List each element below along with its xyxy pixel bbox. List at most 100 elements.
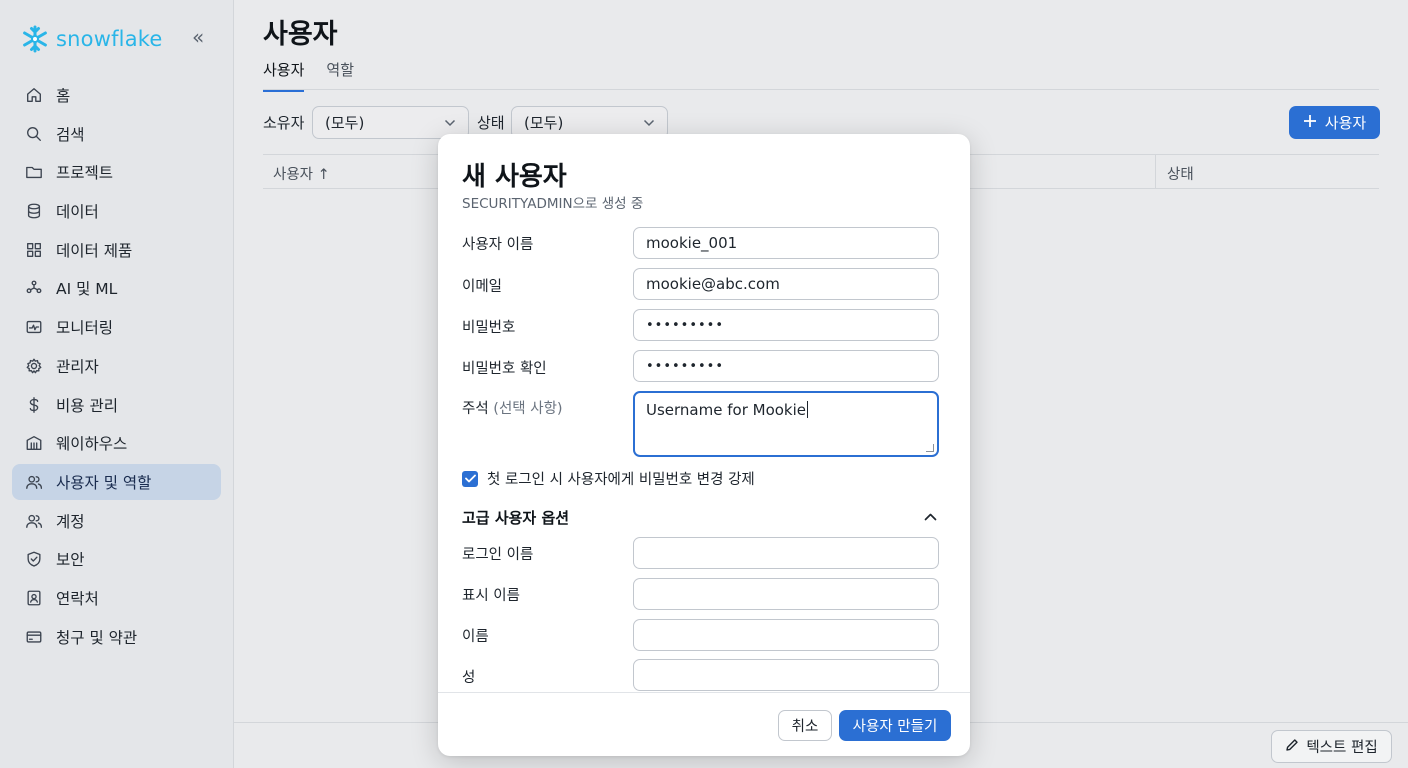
- status-filter-value: (모두): [524, 114, 564, 132]
- text-caret: [807, 401, 809, 418]
- create-user-button[interactable]: 사용자 만들기: [839, 710, 951, 741]
- confirm-password-label: 비밀번호 확인: [462, 361, 547, 377]
- contact-icon: [24, 588, 44, 608]
- sidebar-item-admin[interactable]: 관리자: [12, 348, 221, 384]
- last-name-label: 성: [462, 670, 476, 686]
- checkbox-checked-icon[interactable]: [462, 470, 478, 487]
- sidebar-item-label: 데이터 제품: [56, 241, 133, 260]
- sidebar-item-label: 모니터링: [56, 319, 114, 338]
- sidebar-item-label: 관리자: [56, 357, 99, 376]
- page-title: 사용자: [263, 19, 338, 50]
- dollar-icon: [24, 395, 44, 415]
- monitor-icon: [24, 317, 44, 337]
- sidebar-item-data[interactable]: 데이터: [12, 193, 221, 229]
- owner-filter-label: 소유자: [263, 114, 305, 132]
- confirm-password-field[interactable]: •••••••••: [633, 350, 939, 382]
- collapse-sidebar-icon[interactable]: «: [192, 27, 204, 47]
- sidebar-item-label: 계정: [56, 512, 85, 531]
- owner-filter-value: (모두): [325, 114, 365, 132]
- comment-label-text: 주석: [462, 401, 489, 417]
- sidebar-item-contacts[interactable]: 연락처: [12, 580, 221, 616]
- password-label: 비밀번호: [462, 320, 516, 336]
- sidebar-item-billing[interactable]: 청구 및 약관: [12, 619, 221, 655]
- home-icon: [24, 85, 44, 105]
- sidebar-item-users-roles[interactable]: 사용자 및 역할: [12, 463, 221, 500]
- sidebar-item-label: 웨이하우스: [56, 435, 128, 454]
- sidebar-item-security[interactable]: 보안: [12, 541, 221, 577]
- sidebar-item-home[interactable]: 홈: [12, 77, 221, 113]
- edit-text-button[interactable]: 텍스트 편집: [1271, 730, 1392, 763]
- comment-optional-hint: (선택 사항): [493, 401, 563, 417]
- first-name-field[interactable]: [633, 619, 939, 651]
- username-label: 사용자 이름: [462, 237, 534, 253]
- comment-textarea[interactable]: Username for Mookie: [633, 391, 939, 457]
- sidebar-item-label: 데이터: [56, 203, 99, 222]
- sidebar-item-label: AI 및 ML: [56, 280, 118, 299]
- tabs-divider: [263, 89, 1379, 90]
- sidebar-item-label: 홈: [56, 87, 71, 105]
- last-name-field[interactable]: [633, 659, 939, 691]
- account-icon: [24, 511, 44, 531]
- chevron-down-icon: [643, 116, 655, 130]
- sidebar-item-label: 사용자 및 역할: [56, 473, 152, 492]
- login-name-field[interactable]: [633, 537, 939, 569]
- search-icon: [24, 124, 44, 144]
- users-icon: [24, 472, 44, 492]
- sidebar-item-ai-ml[interactable]: AI 및 ML: [12, 270, 221, 306]
- chevron-down-icon: [444, 116, 456, 130]
- tab-roles[interactable]: 역할: [326, 59, 354, 92]
- dialog-subtitle: SECURITYADMIN으로 생성 중: [462, 196, 644, 212]
- sidebar-item-monitoring[interactable]: 모니터링: [12, 309, 221, 345]
- comment-text: Username for Mookie: [646, 401, 807, 419]
- ai-icon: [24, 278, 44, 298]
- sidebar-item-label: 프로젝트: [56, 164, 114, 183]
- snowflake-icon: [23, 25, 47, 53]
- folder-icon: [24, 162, 44, 182]
- force-password-change-label: 첫 로그인 시 사용자에게 비밀번호 변경 강제: [487, 472, 755, 488]
- sidebar-item-label: 보안: [56, 551, 85, 570]
- pencil-icon: [1285, 738, 1299, 756]
- dialog-footer-divider: [438, 692, 970, 693]
- brand-name: snowflake: [56, 27, 163, 51]
- column-divider: [1155, 155, 1156, 188]
- cancel-button[interactable]: 취소: [778, 710, 832, 741]
- resize-handle-icon[interactable]: [926, 444, 934, 452]
- sidebar-item-projects[interactable]: 프로젝트: [12, 154, 221, 190]
- dialog-title: 새 사용자: [462, 162, 567, 192]
- gear-icon: [24, 356, 44, 376]
- warehouse-icon: [24, 433, 44, 453]
- password-field[interactable]: •••••••••: [633, 309, 939, 341]
- new-user-dialog: 새 사용자 SECURITYADMIN으로 생성 중 사용자 이름 mookie…: [438, 134, 970, 756]
- sidebar-item-warehouses[interactable]: 웨이하우스: [12, 425, 221, 461]
- column-header-user[interactable]: 사용자 ↑: [273, 163, 330, 184]
- sidebar-item-label: 검색: [56, 125, 85, 144]
- email-label: 이메일: [462, 279, 503, 295]
- sidebar-item-label: 청구 및 약관: [56, 628, 138, 647]
- grid-icon: [24, 240, 44, 260]
- force-password-change-checkbox[interactable]: 첫 로그인 시 사용자에게 비밀번호 변경 강제: [462, 468, 755, 489]
- login-name-label: 로그인 이름: [462, 547, 534, 563]
- display-name-field[interactable]: [633, 578, 939, 610]
- comment-label: 주석 (선택 사항): [462, 397, 563, 418]
- sidebar-item-search[interactable]: 검색: [12, 116, 221, 152]
- tabs: 사용자 역할: [263, 59, 354, 92]
- shield-icon: [24, 549, 44, 569]
- card-icon: [24, 627, 44, 647]
- sidebar-item-label: 연락처: [56, 589, 99, 608]
- display-name-label: 표시 이름: [462, 588, 520, 604]
- column-header-status[interactable]: 상태: [1167, 163, 1194, 184]
- add-user-button[interactable]: 사용자: [1289, 106, 1380, 139]
- snowflake-logo[interactable]: snowflake: [20, 24, 163, 54]
- email-field[interactable]: mookie@abc.com: [633, 268, 939, 300]
- username-field[interactable]: mookie_001: [633, 227, 939, 259]
- sidebar-item-cost-management[interactable]: 비용 관리: [12, 387, 221, 423]
- sidebar-item-label: 비용 관리: [56, 396, 118, 415]
- plus-icon: [1303, 114, 1317, 132]
- sidebar-item-data-products[interactable]: 데이터 제품: [12, 232, 221, 268]
- tab-users[interactable]: 사용자: [263, 59, 305, 92]
- chevron-up-icon[interactable]: [920, 508, 940, 526]
- database-icon: [24, 201, 44, 221]
- sidebar-nav: 홈 검색 프로젝트 데이터 데이터 제품 AI 및 ML 모니터링 관리자 비용…: [12, 77, 221, 657]
- status-filter-label: 상태: [477, 114, 505, 132]
- sidebar-item-account[interactable]: 계정: [12, 503, 221, 539]
